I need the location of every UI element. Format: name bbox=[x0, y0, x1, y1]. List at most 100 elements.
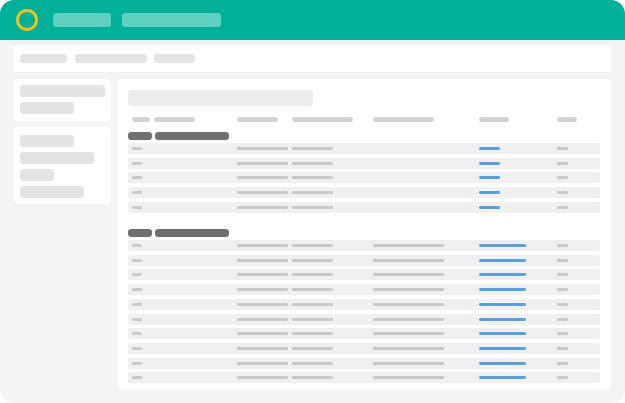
sidebar-item[interactable] bbox=[20, 85, 105, 97]
subbar-item-2[interactable] bbox=[75, 54, 147, 63]
status-link[interactable] bbox=[479, 176, 500, 180]
table-cell bbox=[373, 332, 444, 336]
table-row[interactable] bbox=[128, 328, 600, 340]
table-cell bbox=[373, 288, 444, 292]
table-cell bbox=[292, 258, 333, 262]
table-row[interactable] bbox=[128, 254, 600, 266]
table-row[interactable] bbox=[128, 313, 600, 325]
table-cell bbox=[237, 361, 288, 365]
status-link[interactable] bbox=[479, 161, 500, 165]
table-cell bbox=[292, 376, 333, 380]
nav-item-1[interactable] bbox=[53, 13, 111, 27]
table-cell bbox=[132, 244, 142, 247]
table-cell bbox=[237, 205, 288, 209]
sidebar-item[interactable] bbox=[20, 152, 94, 164]
table-cell bbox=[132, 317, 142, 321]
table-row[interactable] bbox=[128, 187, 600, 199]
subbar-item-1[interactable] bbox=[20, 54, 67, 63]
table-row[interactable] bbox=[128, 157, 600, 169]
group-toggle[interactable] bbox=[128, 132, 152, 140]
table-row[interactable] bbox=[128, 357, 600, 369]
table-cell bbox=[557, 244, 568, 247]
table-cell bbox=[132, 176, 142, 180]
status-link[interactable] bbox=[479, 302, 526, 306]
table-cell bbox=[373, 258, 444, 262]
column-header[interactable] bbox=[292, 117, 353, 122]
table-cell bbox=[373, 376, 444, 380]
table-row[interactable] bbox=[128, 284, 600, 296]
table-cell bbox=[237, 332, 288, 336]
ring-icon[interactable] bbox=[16, 9, 38, 31]
table-row[interactable] bbox=[128, 372, 600, 384]
table-cell bbox=[557, 273, 568, 277]
group-toggle[interactable] bbox=[128, 229, 152, 237]
table-cell bbox=[557, 176, 568, 180]
app-window bbox=[0, 0, 625, 403]
column-header[interactable] bbox=[154, 117, 195, 122]
table-cell bbox=[557, 317, 568, 321]
sub-toolbar bbox=[14, 45, 611, 72]
status-link[interactable] bbox=[479, 332, 526, 336]
table-cell bbox=[132, 273, 142, 277]
table-cell bbox=[132, 302, 142, 306]
status-link[interactable] bbox=[479, 273, 526, 277]
status-link[interactable] bbox=[479, 288, 526, 292]
table-cell bbox=[292, 244, 333, 247]
table-cell bbox=[292, 147, 333, 150]
table-cell bbox=[557, 147, 568, 150]
sidebar-card-2 bbox=[14, 127, 111, 204]
nav-item-2[interactable] bbox=[122, 13, 221, 27]
table-cell bbox=[292, 317, 333, 321]
table-cell bbox=[292, 176, 333, 180]
table-row[interactable] bbox=[128, 201, 600, 213]
table-cell bbox=[237, 317, 288, 321]
table-cell bbox=[557, 361, 568, 365]
table-row[interactable] bbox=[128, 269, 600, 281]
table-cell bbox=[557, 332, 568, 336]
table-cell bbox=[292, 273, 333, 277]
table-cell bbox=[132, 361, 142, 365]
table-cell bbox=[132, 205, 142, 209]
status-link[interactable] bbox=[479, 258, 526, 262]
status-link[interactable] bbox=[479, 244, 526, 247]
table-cell bbox=[237, 244, 288, 247]
status-link[interactable] bbox=[479, 376, 526, 380]
table-row[interactable] bbox=[128, 298, 600, 310]
table-panel bbox=[118, 79, 611, 390]
status-link[interactable] bbox=[479, 361, 526, 365]
table-cell bbox=[373, 361, 444, 365]
table-row[interactable] bbox=[128, 342, 600, 354]
table-cell bbox=[373, 317, 444, 321]
table-cell bbox=[237, 161, 288, 165]
page-title bbox=[128, 90, 313, 106]
status-link[interactable] bbox=[479, 147, 500, 150]
status-link[interactable] bbox=[479, 317, 526, 321]
subbar-item-3[interactable] bbox=[154, 54, 195, 63]
table-row[interactable] bbox=[128, 143, 600, 154]
table-cell bbox=[292, 191, 333, 195]
table-cell bbox=[132, 376, 142, 380]
sidebar-item[interactable] bbox=[20, 186, 84, 198]
sidebar-item[interactable] bbox=[20, 135, 74, 147]
table-cell bbox=[237, 376, 288, 380]
sidebar-item[interactable] bbox=[20, 102, 74, 114]
table-cell bbox=[237, 258, 288, 262]
table-row[interactable] bbox=[128, 172, 600, 184]
table-cell bbox=[237, 191, 288, 195]
table-cell bbox=[132, 332, 142, 336]
table-cell bbox=[373, 302, 444, 306]
table-cell bbox=[373, 346, 444, 350]
column-header[interactable] bbox=[373, 117, 434, 122]
status-link[interactable] bbox=[479, 191, 500, 195]
table-row[interactable] bbox=[128, 240, 600, 251]
table-cell bbox=[237, 273, 288, 277]
column-header[interactable] bbox=[237, 117, 278, 122]
sidebar-item[interactable] bbox=[20, 169, 54, 181]
column-header[interactable] bbox=[557, 117, 577, 122]
column-header[interactable] bbox=[132, 117, 150, 122]
status-link[interactable] bbox=[479, 205, 500, 209]
table-cell bbox=[292, 288, 333, 292]
status-link[interactable] bbox=[479, 346, 526, 350]
table-cell bbox=[292, 361, 333, 365]
column-header[interactable] bbox=[479, 117, 509, 122]
